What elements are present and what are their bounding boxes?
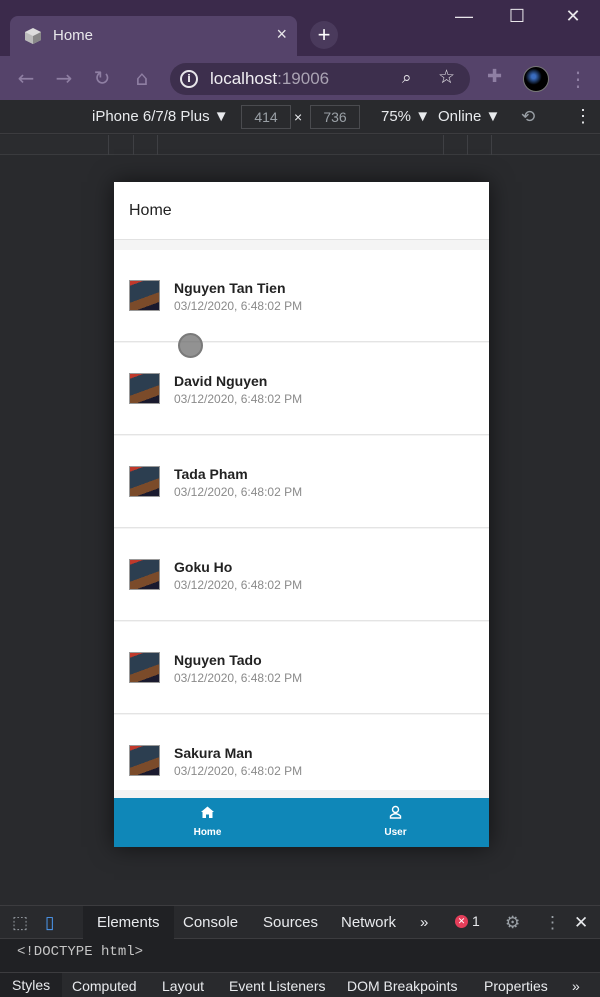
browser-tab-home[interactable]: Home ×: [10, 16, 297, 56]
bookmark-star-icon[interactable]: ☆: [438, 66, 455, 88]
rotate-icon[interactable]: ⟲: [521, 107, 535, 127]
user-list[interactable]: Nguyen Tan Tien 03/12/2020, 6:48:02 PM D…: [114, 250, 489, 790]
item-timestamp: 03/12/2020, 6:48:02 PM: [174, 299, 303, 313]
close-window-button[interactable]: ✕: [555, 6, 591, 30]
close-devtools-icon[interactable]: ✕: [574, 913, 588, 933]
item-timestamp: 03/12/2020, 6:48:02 PM: [174, 671, 303, 685]
media-query-ruler: [0, 135, 600, 155]
item-timestamp: 03/12/2020, 6:48:02 PM: [174, 764, 303, 778]
inspect-element-icon[interactable]: ⬚: [12, 913, 28, 933]
home-icon: [201, 806, 214, 818]
item-timestamp: 03/12/2020, 6:48:02 PM: [174, 578, 303, 592]
back-arrow-icon[interactable]: ←: [14, 66, 38, 90]
list-item[interactable]: Nguyen Tan Tien 03/12/2020, 6:48:02 PM: [114, 250, 489, 342]
subtab-computed[interactable]: Computed: [72, 978, 137, 994]
width-input[interactable]: 414: [241, 105, 291, 129]
item-name: Nguyen Tan Tien: [174, 280, 286, 296]
tab-home[interactable]: Home: [114, 798, 301, 847]
bottom-tab-bar: Home User: [114, 798, 489, 847]
list-item[interactable]: Sakura Man 03/12/2020, 6:48:02 PM: [114, 715, 489, 790]
browser-toolbar: ← → ↻ ⌂ i localhost:19006 ⌕ ☆: [0, 56, 600, 100]
device-viewport: Home Nguyen Tan Tien 03/12/2020, 6:48:02…: [114, 182, 489, 847]
item-timestamp: 03/12/2020, 6:48:02 PM: [174, 392, 303, 406]
avatar: [129, 652, 160, 683]
subtab-event-listeners[interactable]: Event Listeners: [229, 978, 326, 994]
forward-arrow-icon[interactable]: →: [52, 66, 76, 90]
device-more-icon[interactable]: ⋮: [574, 106, 592, 127]
avatar: [129, 745, 160, 776]
error-icon[interactable]: ✕: [455, 915, 468, 928]
tab-user[interactable]: User: [302, 798, 489, 847]
list-item[interactable]: Tada Pham 03/12/2020, 6:48:02 PM: [114, 436, 489, 528]
styles-subtabs: Styles Computed Layout Event Listeners D…: [0, 972, 600, 997]
tab-close-icon[interactable]: ×: [276, 24, 287, 45]
subtab-dom-breakpoints[interactable]: DOM Breakpoints: [347, 978, 457, 994]
subtab-styles[interactable]: Styles: [0, 973, 63, 997]
item-name: David Nguyen: [174, 373, 268, 389]
devtools-tabs: ⬚ ▯ Elements Console Sources Network » ✕…: [0, 906, 600, 939]
extensions-puzzle-icon[interactable]: ✚: [487, 66, 502, 87]
device-toolbar: iPhone 6/7/8 Plus ▼ 414 × 736 75% ▼ Onli…: [0, 100, 600, 134]
address-bar[interactable]: i localhost:19006 ⌕ ☆: [170, 63, 470, 95]
maximize-button[interactable]: ☐: [499, 6, 535, 30]
subtabs-more-chevron[interactable]: »: [572, 978, 580, 994]
item-name: Nguyen Tado: [174, 652, 262, 668]
new-tab-button[interactable]: +: [310, 21, 338, 49]
home-nav-icon[interactable]: ⌂: [130, 66, 154, 90]
tab-console[interactable]: Console: [169, 906, 252, 939]
list-item[interactable]: Goku Ho 03/12/2020, 6:48:02 PM: [114, 529, 489, 621]
devtools-panel: ⬚ ▯ Elements Console Sources Network » ✕…: [0, 905, 600, 997]
expo-favicon-icon: [25, 28, 41, 44]
avatar: [129, 280, 160, 311]
touch-cursor-indicator: [178, 333, 203, 358]
dom-tree-line[interactable]: <!DOCTYPE html>: [17, 944, 143, 960]
item-name: Goku Ho: [174, 559, 233, 575]
zoom-icon[interactable]: ⌕: [402, 68, 412, 88]
site-info-icon[interactable]: i: [180, 70, 198, 88]
devtools-menu-icon[interactable]: ⋮: [544, 913, 561, 933]
item-timestamp: 03/12/2020, 6:48:02 PM: [174, 485, 303, 499]
error-count[interactable]: 1: [472, 913, 480, 929]
more-tabs-chevron[interactable]: »: [406, 906, 442, 939]
avatar: [129, 559, 160, 590]
device-toggle-icon[interactable]: ▯: [45, 913, 54, 933]
settings-gear-icon[interactable]: ⚙: [505, 913, 520, 933]
app-header: Home: [114, 182, 489, 240]
tab-user-label: User: [384, 827, 407, 838]
device-select[interactable]: iPhone 6/7/8 Plus ▼: [92, 108, 229, 125]
list-item[interactable]: David Nguyen 03/12/2020, 6:48:02 PM: [114, 343, 489, 435]
profile-avatar[interactable]: [523, 66, 549, 92]
avatar: [129, 466, 160, 497]
tab-home-label: Home: [193, 827, 222, 838]
item-name: Tada Pham: [174, 466, 248, 482]
network-throttle-select[interactable]: Online ▼: [438, 108, 500, 125]
tab-elements[interactable]: Elements: [83, 906, 174, 939]
browser-titlebar: Home × + — ☐ ✕: [0, 0, 600, 56]
tab-sources[interactable]: Sources: [249, 906, 332, 939]
page-title: Home: [129, 202, 172, 219]
reload-icon[interactable]: ↻: [90, 66, 114, 90]
user-icon: [389, 805, 402, 819]
list-item[interactable]: Nguyen Tado 03/12/2020, 6:48:02 PM: [114, 622, 489, 714]
item-name: Sakura Man: [174, 745, 253, 761]
avatar: [129, 373, 160, 404]
dimension-separator: ×: [294, 109, 303, 125]
minimize-button[interactable]: —: [446, 6, 482, 30]
zoom-select[interactable]: 75% ▼: [381, 108, 430, 125]
browser-menu-icon[interactable]: ⋮: [568, 67, 588, 91]
url-text[interactable]: localhost:19006: [210, 69, 329, 89]
height-input[interactable]: 736: [310, 105, 360, 129]
subtab-properties[interactable]: Properties: [484, 978, 548, 994]
subtab-layout[interactable]: Layout: [162, 978, 204, 994]
tab-network[interactable]: Network: [327, 906, 410, 939]
tab-title: Home: [53, 27, 94, 44]
